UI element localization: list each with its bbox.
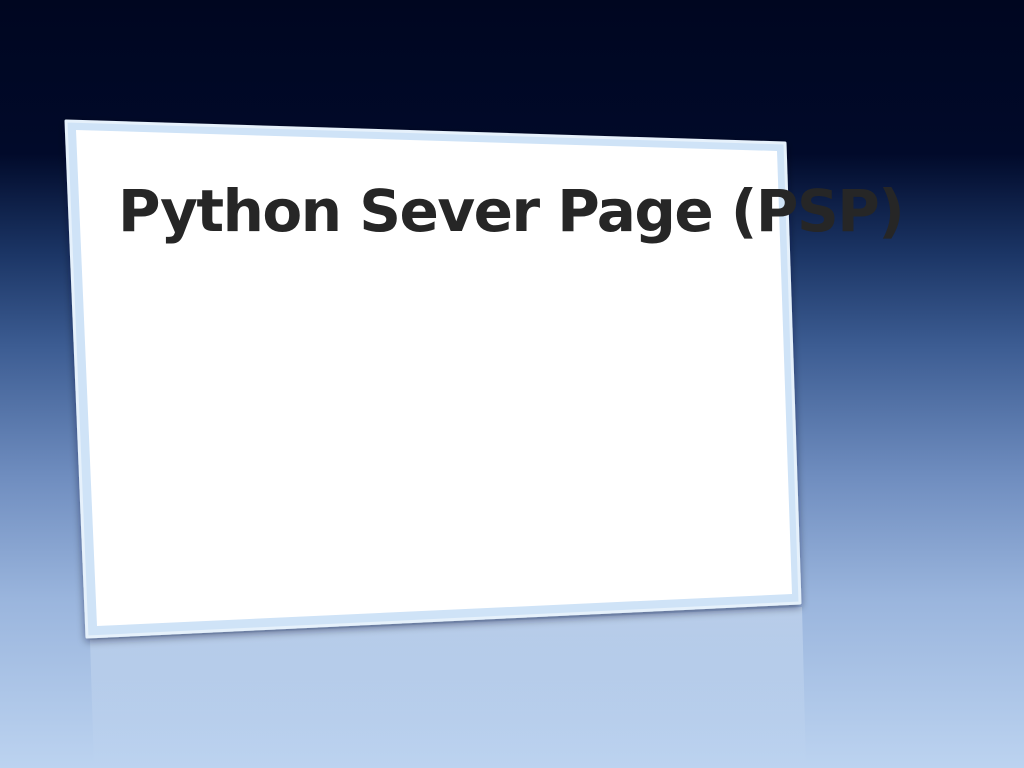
slide-title: Python Sever Page (PSP) (118, 177, 905, 245)
slide: Python Sever Page (PSP) (0, 0, 1024, 768)
slide-frame (64, 119, 806, 768)
